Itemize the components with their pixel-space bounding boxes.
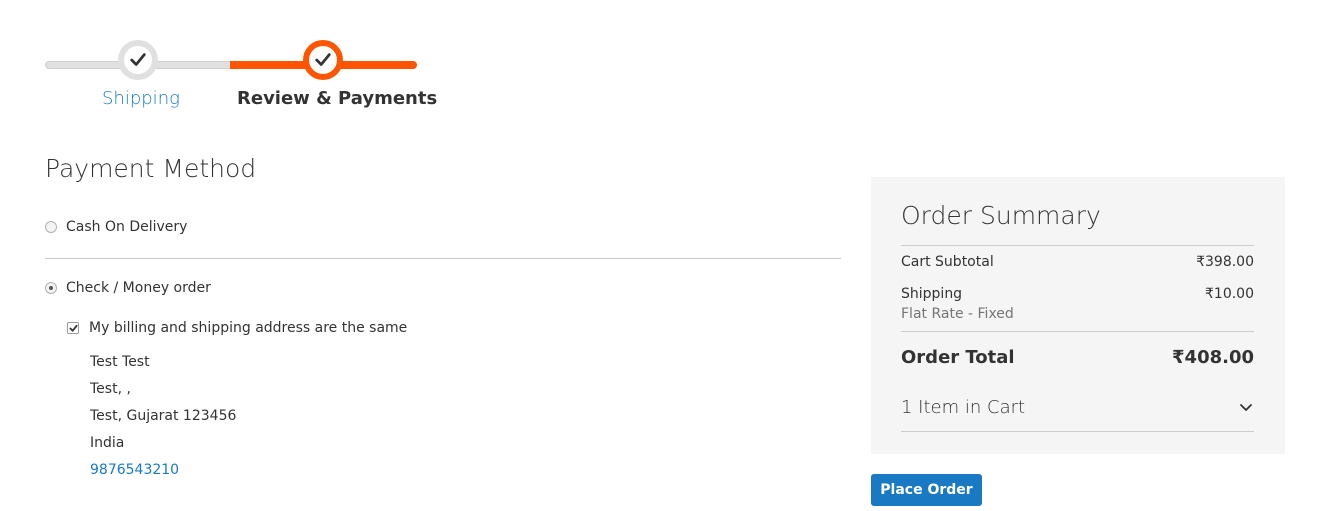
checkout-progress-bar: Shipping Review & Payments: [45, 40, 437, 110]
chevron-down-icon: [1240, 404, 1252, 411]
review-step-check-icon: [303, 40, 343, 80]
payment-option-divider: [45, 258, 841, 259]
checkbox-check-icon: [68, 324, 78, 332]
summary-divider: [901, 331, 1254, 332]
items-in-cart-toggle[interactable]: 1 Item in Cart: [901, 397, 1254, 418]
address-name: Test Test: [90, 354, 150, 370]
order-total-row: Order Total ₹408.00: [901, 347, 1254, 368]
cart-subtotal-value: ₹398.00: [1196, 254, 1254, 270]
shipping-row: Shipping ₹10.00: [901, 286, 1254, 302]
items-in-cart-label: 1 Item in Cart: [901, 397, 1026, 418]
cart-subtotal-label: Cart Subtotal: [901, 254, 994, 270]
place-order-button[interactable]: Place Order: [871, 474, 982, 506]
billing-same-label[interactable]: My billing and shipping address are the …: [89, 320, 407, 336]
billing-same-checkbox[interactable]: [67, 322, 79, 334]
shipping-method-label: Flat Rate - Fixed: [901, 306, 1014, 322]
order-total-value: ₹408.00: [1172, 347, 1254, 368]
shipping-value: ₹10.00: [1205, 286, 1254, 302]
address-country: India: [90, 435, 125, 451]
payment-method-title: Payment Method: [45, 154, 257, 183]
order-summary: Order Summary Cart Subtotal ₹398.00 Ship…: [871, 177, 1285, 454]
address-phone-link[interactable]: 9876543210: [90, 462, 179, 478]
check-money-order-radio[interactable]: [45, 282, 57, 294]
step-shipping-link[interactable]: Shipping: [102, 88, 180, 109]
summary-divider: [901, 245, 1254, 246]
shipping-label: Shipping: [901, 286, 963, 302]
shipping-step-check-icon: [118, 40, 158, 80]
cart-subtotal-row: Cart Subtotal ₹398.00: [901, 254, 1254, 270]
order-summary-title: Order Summary: [901, 201, 1101, 230]
step-review-payments-label: Review & Payments: [237, 88, 438, 109]
order-total-label: Order Total: [901, 347, 1015, 368]
cash-on-delivery-radio[interactable]: [45, 221, 57, 233]
cash-on-delivery-label[interactable]: Cash On Delivery: [66, 219, 187, 235]
summary-divider: [901, 431, 1254, 432]
address-city-region-zip: Test, Gujarat 123456: [90, 408, 237, 424]
check-money-order-label[interactable]: Check / Money order: [66, 280, 211, 296]
address-street: Test, ,: [90, 381, 131, 397]
